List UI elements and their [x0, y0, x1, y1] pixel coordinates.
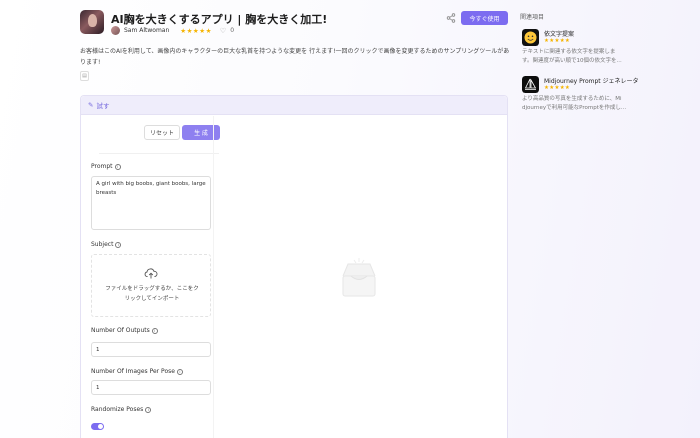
share-icon[interactable]: [446, 13, 456, 23]
try-panel: ✎ 試す リセット 生 成 Prompt i A girl with big b…: [80, 95, 508, 438]
like-count: 0: [230, 27, 235, 34]
related-section-title: 関連項目: [520, 14, 545, 21]
author-name[interactable]: Sam Altwoman: [124, 27, 169, 34]
prompt-input[interactable]: A girl with big boobs, giant boobs, larg…: [91, 176, 211, 230]
rating-stars: ★★★★★: [180, 26, 212, 35]
try-panel-title: 試す: [96, 102, 110, 110]
page-title: AI胸を大きくするアプリ | 胸を大きく加工!: [111, 13, 328, 26]
cloud-upload-icon: [144, 268, 158, 279]
empty-box-icon: [342, 258, 376, 297]
info-icon[interactable]: i: [115, 241, 122, 248]
like-icon[interactable]: ♡: [220, 27, 226, 35]
randomize-poses-toggle[interactable]: [91, 423, 104, 430]
divider: [99, 153, 219, 154]
app-description: お客様はこのAIを利用して、画像内のキャラクターの巨大な乳首を持つような変更を …: [80, 48, 510, 66]
related-item-description: より高品質の写真を生成するために、Mi djourneyで利用可能なPrompt…: [522, 96, 627, 111]
info-icon[interactable]: i: [114, 163, 121, 170]
upload-instructions: ファイルをドラッグするか、ここをク リックしてインポート: [105, 286, 199, 302]
divider: [213, 116, 214, 438]
randomize-poses-label: Randomize Poses i: [91, 406, 152, 413]
info-icon[interactable]: i: [176, 368, 183, 375]
num-outputs-label: Number Of Outputs i: [91, 327, 158, 334]
emoji-app-icon: [522, 29, 539, 46]
rating-stars: ★★★★★: [544, 85, 571, 91]
sparkle-icon: ✎: [88, 101, 94, 109]
num-outputs-input[interactable]: [91, 342, 211, 357]
reset-button[interactable]: リセット: [144, 125, 180, 140]
app-icon: [80, 10, 104, 34]
input-form: リセット 生 成 Prompt i A girl with big boobs,…: [89, 120, 220, 438]
info-icon[interactable]: i: [145, 406, 152, 413]
num-images-per-pose-label: Number Of Images Per Pose i: [91, 368, 183, 375]
generate-button[interactable]: 生 成: [182, 125, 220, 140]
related-item-name: Midjourney Prompt ジェネレータ: [544, 78, 639, 85]
sailboat-app-icon: [522, 76, 539, 93]
avatar[interactable]: [111, 26, 120, 35]
file-upload-dropzone[interactable]: ファイルをドラッグするか、ここをク リックしてインポート: [91, 254, 211, 317]
use-now-button[interactable]: 今すぐ使用: [461, 11, 508, 25]
subject-label: Subject i: [91, 241, 122, 248]
prompt-label: Prompt i: [91, 163, 121, 170]
info-icon[interactable]: i: [151, 327, 158, 334]
num-images-per-pose-input[interactable]: [91, 380, 211, 395]
author-row: Sam Altwoman ★★★★★ ♡ 0: [111, 26, 234, 35]
related-item-description: テキストに関連する依文字を提案しま す。関連度が高い順で10個の依文字を...: [522, 49, 622, 64]
try-panel-header: ✎ 試す: [81, 96, 507, 115]
document-icon[interactable]: ▤: [80, 71, 89, 81]
rating-stars: ★★★★★: [544, 38, 571, 44]
related-item-name: 依文字提案: [544, 31, 575, 38]
